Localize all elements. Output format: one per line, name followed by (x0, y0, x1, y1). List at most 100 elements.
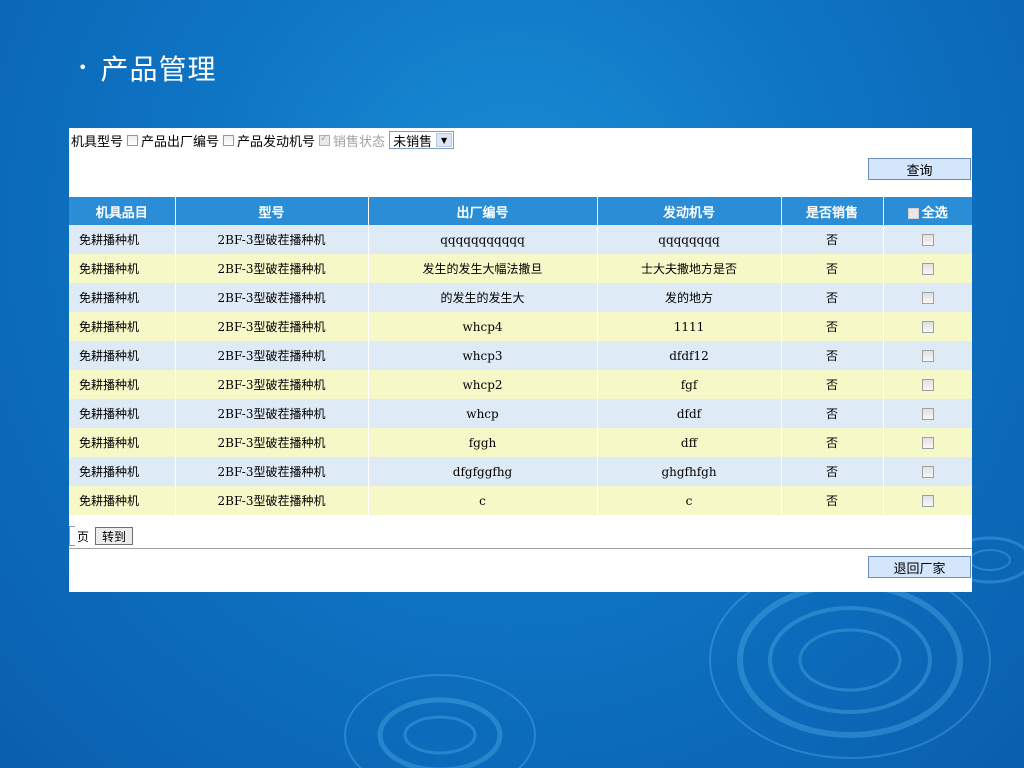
status-select-value: 未销售 (393, 134, 433, 150)
row-checkbox[interactable] (921, 437, 934, 449)
row-checkbox[interactable] (921, 466, 934, 478)
serial-cell: 的发生的发生大 (368, 283, 598, 312)
row-checkbox[interactable] (921, 495, 934, 507)
row-checkbox[interactable] (921, 234, 934, 246)
filter-row: 机具型号 产品出厂编号 产品发动机号 销售状态 未销售 ▼ (71, 130, 455, 150)
select-all-checkbox[interactable] (907, 207, 919, 219)
engine-cell: fgf (597, 370, 782, 399)
engine-cell: dff (597, 428, 782, 457)
serial-cell: 发生的发生大幅法撒旦 (368, 254, 598, 283)
model-label: 机具型号 (71, 134, 124, 150)
header-model: 型号 (175, 197, 369, 225)
status-label: 销售状态 (333, 134, 386, 150)
sold-cell: 否 (781, 428, 884, 457)
select-cell (883, 283, 972, 312)
engine-cell: ghgfhfgh (597, 457, 782, 486)
category-cell: 免耕播种机 (69, 312, 176, 341)
model-cell: 2BF-3型破茬播种机 (175, 341, 369, 370)
sold-cell: 否 (781, 312, 884, 341)
table-row: 免耕播种机 2BF-3型破茬播种机 c c 否 (69, 486, 972, 515)
category-cell: 免耕播种机 (69, 341, 176, 370)
model-cell: 2BF-3型破茬播种机 (175, 312, 369, 341)
sold-cell: 否 (781, 457, 884, 486)
table-header-row: 机具品目 型号 出厂编号 发动机号 是否销售 全选 (69, 197, 972, 225)
table-row: 免耕播种机 2BF-3型破茬播种机 的发生的发生大 发的地方否 (69, 283, 972, 312)
row-checkbox[interactable] (921, 350, 934, 362)
model-cell: 2BF-3型破茬播种机 (175, 457, 369, 486)
row-checkbox[interactable] (921, 379, 934, 391)
select-all-label: 全选 (921, 205, 948, 221)
return-to-manufacturer-button[interactable]: 退回厂家 (868, 556, 971, 578)
select-cell (883, 312, 972, 341)
table-row: 免耕播种机 2BF-3型破茬播种机 whcp2 fgf 否 (69, 370, 972, 399)
engine-cell: qqqqqqqq (597, 225, 782, 254)
engine-cell: dfdf (597, 399, 782, 428)
category-cell: 免耕播种机 (69, 486, 176, 515)
header-serial: 出厂编号 (368, 197, 598, 225)
table-row: 免耕播种机 2BF-3型破茬播种机 whcp3 dfdf12 否 (69, 341, 972, 370)
product-management-panel: 机具型号 产品出厂编号 产品发动机号 销售状态 未销售 ▼ 查询 机具品目 型号… (69, 128, 972, 592)
status-select[interactable]: 未销售 ▼ (389, 131, 455, 150)
category-cell: 免耕播种机 (69, 283, 176, 312)
serial-cell: whcp2 (368, 370, 598, 399)
slide-title-text: 产品管理 (100, 53, 217, 86)
sold-cell: 否 (781, 486, 884, 515)
select-cell (883, 486, 972, 515)
select-cell (883, 341, 972, 370)
serial-cell: whcp4 (368, 312, 598, 341)
sold-cell: 否 (781, 254, 884, 283)
engine-cell: c (597, 486, 782, 515)
sold-cell: 否 (781, 399, 884, 428)
query-button[interactable]: 查询 (868, 158, 971, 180)
serial-cell: whcp3 (368, 341, 598, 370)
goto-button[interactable]: 转到 (95, 527, 134, 545)
model-cell: 2BF-3型破茬播种机 (175, 370, 369, 399)
row-checkbox[interactable] (921, 408, 934, 420)
page-number-input[interactable] (69, 526, 75, 546)
engine-cell: 1111 (597, 312, 782, 341)
sold-cell: 否 (781, 370, 884, 399)
row-checkbox[interactable] (921, 292, 934, 304)
row-checkbox[interactable] (921, 321, 934, 333)
table-row: 免耕播种机 2BF-3型破茬播种机 发生的发生大幅法撒旦 士大夫撒地方是否否 (69, 254, 972, 283)
model-cell: 2BF-3型破茬播种机 (175, 399, 369, 428)
table-row: 免耕播种机 2BF-3型破茬播种机 whcp4 1111 否 (69, 312, 972, 341)
product-table: 机具品目 型号 出厂编号 发动机号 是否销售 全选 免耕播种机 2BF-3型破茬播… (69, 197, 972, 515)
pager: 页 转到 (69, 524, 972, 549)
engine-checkbox[interactable] (223, 134, 235, 146)
serial-checkbox[interactable] (127, 134, 139, 146)
sold-cell: 否 (781, 341, 884, 370)
model-cell: 2BF-3型破茬播种机 (175, 486, 369, 515)
select-cell (883, 254, 972, 283)
table-row: 免耕播种机 2BF-3型破茬播种机 whcp dfdf 否 (69, 399, 972, 428)
select-cell (883, 457, 972, 486)
engine-cell: dfdf12 (597, 341, 782, 370)
serial-label: 产品出厂编号 (141, 134, 220, 150)
engine-label: 产品发动机号 (237, 134, 316, 150)
serial-cell: dfgfggfhg (368, 457, 598, 486)
serial-cell: fggh (368, 428, 598, 457)
select-cell (883, 225, 972, 254)
category-cell: 免耕播种机 (69, 370, 176, 399)
slide-title: • 产品管理 (78, 48, 216, 88)
select-cell (883, 370, 972, 399)
select-cell (883, 428, 972, 457)
header-select-all[interactable]: 全选 (883, 197, 972, 225)
page-label: 页 (77, 529, 90, 544)
category-cell: 免耕播种机 (69, 254, 176, 283)
serial-cell: c (368, 486, 598, 515)
engine-cell: 士大夫撒地方是否 (597, 254, 782, 283)
model-cell: 2BF-3型破茬播种机 (175, 283, 369, 312)
dropdown-arrow-icon[interactable]: ▼ (436, 133, 453, 147)
status-checkbox[interactable] (319, 133, 331, 146)
model-cell: 2BF-3型破茬播种机 (175, 428, 369, 457)
engine-cell: 发的地方 (597, 283, 782, 312)
serial-cell: whcp (368, 399, 598, 428)
category-cell: 免耕播种机 (69, 225, 176, 254)
model-cell: 2BF-3型破茬播种机 (175, 225, 369, 254)
row-checkbox[interactable] (921, 263, 934, 275)
header-category: 机具品目 (69, 197, 176, 225)
sold-cell: 否 (781, 225, 884, 254)
serial-cell: qqqqqqqqqqq (368, 225, 598, 254)
bullet-icon: • (78, 58, 89, 77)
